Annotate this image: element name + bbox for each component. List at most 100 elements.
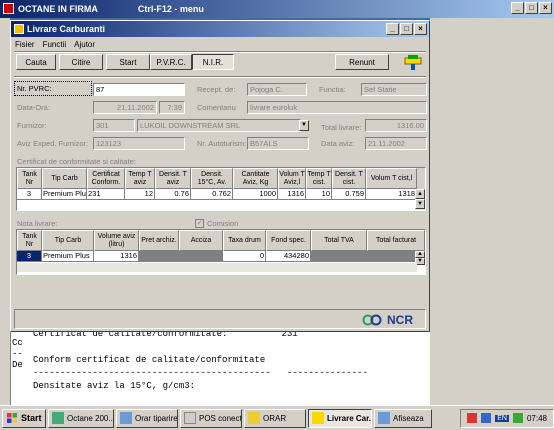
cell[interactable]: 0.762 (191, 189, 233, 200)
col-header[interactable]: Total TVA (311, 230, 367, 251)
cell[interactable] (179, 251, 223, 262)
cell[interactable]: 231 (87, 189, 125, 200)
ora-field[interactable]: 7:39 (159, 101, 185, 114)
taskbar-item-octane[interactable]: Octane 200... (48, 408, 114, 428)
taskbar-item-orar[interactable]: ORAR (244, 408, 306, 428)
cell[interactable]: 0.759 (332, 189, 366, 200)
maximize-button[interactable]: □ (525, 2, 538, 14)
window-close-button[interactable]: × (414, 23, 427, 35)
taskbar-item-label: Livrare Car... (327, 413, 372, 423)
col-header[interactable]: Temp T aviz (125, 168, 155, 189)
col-header[interactable]: Densit. 15°C, Av. (191, 168, 233, 189)
cell[interactable] (311, 251, 367, 262)
renunt-button[interactable]: Renunt (335, 54, 389, 70)
cell[interactable]: 0 (223, 251, 266, 262)
cell[interactable]: 1316 (278, 189, 306, 200)
menu-fisier[interactable]: Fisier (14, 40, 36, 49)
background-gray (430, 328, 554, 405)
taskbar-item-label: Octane 200... (67, 413, 114, 423)
cell[interactable]: Premium Plus (42, 251, 94, 262)
language-indicator[interactable]: EN (495, 414, 509, 422)
ncr-text: NCR (387, 313, 413, 327)
cell[interactable]: 0.76 (155, 189, 191, 200)
col-header[interactable]: Volume aviz (litru) (94, 230, 139, 251)
scroll-down-icon[interactable]: ▼ (415, 199, 425, 209)
cauta-button[interactable]: Cauta (16, 54, 56, 70)
recept-field[interactable]: Pojoga C. (247, 83, 307, 96)
col-header[interactable]: Tip Carb (42, 230, 94, 251)
background-panel (430, 18, 554, 328)
menu-ajutor[interactable]: Ajutor (73, 40, 96, 49)
comision-checkbox[interactable]: ✓ (195, 219, 204, 228)
cell[interactable] (367, 251, 417, 262)
col-header[interactable]: Fond spec. (266, 230, 311, 251)
col-header[interactable]: Certificat Conform. (87, 168, 125, 189)
window-maximize-button[interactable]: □ (400, 23, 413, 35)
table-row[interactable]: 3 Premium Plus 1316 0 434280 (17, 251, 425, 262)
col-header[interactable]: Acciza (179, 230, 223, 251)
col-header[interactable]: Tip Carb (42, 168, 87, 189)
app-icon (120, 412, 132, 424)
pvrc-button[interactable]: P.V.R.C. (150, 54, 192, 70)
taskbar-item-orar-tiparire[interactable]: Orar tiparire (116, 408, 178, 428)
taskbar-item-afiseaza[interactable]: Afiseaza (374, 408, 432, 428)
clock[interactable]: 07:48 (527, 414, 547, 423)
col-header[interactable]: Densit. T aviz (155, 168, 191, 189)
col-header[interactable]: Pret archiz. (139, 230, 179, 251)
chevron-down-icon[interactable]: ▼ (299, 120, 309, 131)
col-header[interactable]: Tank Nr (17, 230, 42, 251)
tray-icon[interactable] (512, 413, 523, 423)
cell[interactable]: 1318 (366, 189, 417, 200)
nr-auto-field[interactable]: B57ALS (247, 137, 309, 150)
cell[interactable]: 1000 (233, 189, 278, 200)
col-header[interactable]: Densit. T cist. (332, 168, 366, 189)
col-header[interactable]: Taxa drum (223, 230, 266, 251)
nir-button[interactable]: N.I.R. (192, 54, 234, 70)
col-header[interactable]: Volum T Aviz,l (278, 168, 306, 189)
menu-functii[interactable]: Functii (42, 40, 68, 49)
cell[interactable] (139, 251, 179, 262)
vertical-scrollbar[interactable]: ▲ ▼ (415, 189, 425, 210)
col-header[interactable]: Total facturat (367, 230, 425, 251)
cell[interactable]: 10 (306, 189, 332, 200)
minimize-button[interactable]: _ (511, 2, 524, 14)
col-header[interactable]: Cantitate Aviz, Kg (233, 168, 278, 189)
col-header[interactable]: Volum T cist,l (366, 168, 417, 189)
cell[interactable]: 1316 (94, 251, 139, 262)
total-livrare-field[interactable]: 1316.00 (365, 119, 427, 132)
col-header[interactable]: Temp T cist. (306, 168, 332, 189)
data-aviz-field[interactable]: 21.11.2002 (365, 137, 427, 150)
comentariu-label: Comentariu (197, 103, 236, 112)
cell[interactable]: 434280 (266, 251, 311, 262)
citire-button[interactable]: Citire (59, 54, 103, 70)
outer-title: OCTANE IN FIRMA (18, 4, 98, 14)
app-icon (3, 3, 14, 14)
windows-logo-icon (7, 413, 17, 423)
start-label: Start (21, 413, 42, 423)
furnizor-code-field[interactable]: 301 (93, 119, 135, 132)
cell[interactable]: 3 (17, 189, 42, 200)
close-button[interactable]: × (539, 2, 552, 14)
start-button[interactable]: Start (106, 54, 150, 70)
start-menu-button[interactable]: Start (2, 408, 46, 428)
taskbar-item-pos-conectat[interactable]: POS conectat (180, 408, 242, 428)
horizontal-scrollbar[interactable] (17, 263, 417, 272)
scroll-up-icon[interactable]: ▲ (415, 189, 425, 199)
col-header[interactable]: Tank Nr (17, 168, 42, 189)
functia-field[interactable]: Sef Statie (361, 83, 427, 96)
data-field[interactable]: 21.11.2002 (93, 101, 157, 114)
tray-icon[interactable] (467, 413, 478, 423)
aviz-field[interactable]: 123123 (93, 137, 185, 150)
cell[interactable]: Premium Plus (42, 189, 87, 200)
cell[interactable]: 3 (17, 251, 42, 262)
taskbar-item-livrare[interactable]: Livrare Car... (308, 408, 372, 428)
cell[interactable]: 12 (125, 189, 155, 200)
scroll-up-icon[interactable]: ▲ (415, 251, 425, 258)
nr-pvrc-input[interactable]: 87 (93, 83, 185, 96)
table-row[interactable]: 3 Premium Plus 231 12 0.76 0.762 1000 13… (17, 189, 425, 200)
furnizor-select[interactable]: LUKOIL DOWNSTREAM SRL (137, 119, 301, 132)
tray-icon[interactable] (481, 413, 492, 423)
window-minimize-button[interactable]: _ (386, 23, 399, 35)
comentariu-field[interactable]: livrare euroluk (247, 101, 427, 114)
app-icon (52, 412, 64, 424)
